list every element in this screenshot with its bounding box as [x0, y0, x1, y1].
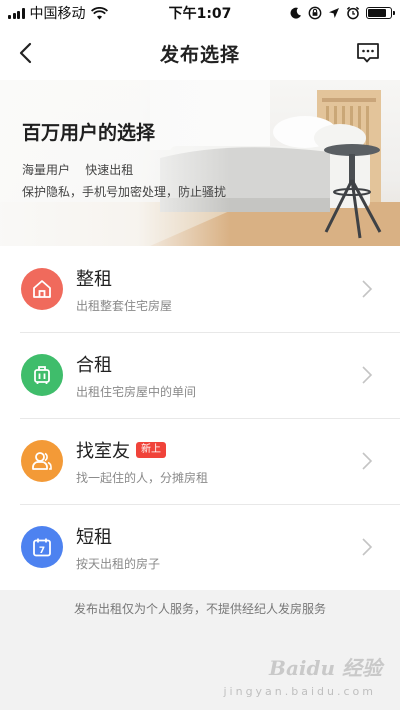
banner-subtitle: 海量用户 快速出租 [22, 163, 134, 177]
message-bubble-icon [357, 43, 379, 63]
new-badge: 新上 [136, 441, 166, 458]
option-description: 出租住宅房屋中的单间 [76, 384, 197, 399]
navigation-bar: 发布选择 [0, 26, 400, 80]
option-title: 找室友 [76, 440, 130, 462]
banner-privacy-note: 保护隐私，手机号加密处理，防止骚扰 [22, 185, 227, 199]
users-icon [32, 452, 52, 470]
option-description: 出租整套住宅房屋 [76, 298, 173, 313]
option-icon-circle [21, 354, 63, 396]
lock-rotation-icon [308, 6, 322, 20]
message-button[interactable] [354, 39, 382, 67]
footer-disclaimer: 发布出租仅为个人服务，不提供经纪人发房服务 [73, 602, 326, 616]
option-whole-rent[interactable]: 整租 出租整套住宅房屋 [0, 246, 400, 332]
chevron-right-icon [362, 366, 373, 384]
watermark-logo: Baidu 经验 [269, 656, 382, 680]
battery-icon [366, 7, 395, 19]
back-button[interactable] [18, 38, 48, 68]
option-icon-circle [21, 268, 63, 310]
chevron-right-icon [362, 538, 373, 556]
chevron-left-icon [19, 42, 32, 64]
calendar-day-number: 7 [39, 546, 45, 556]
alarm-icon [346, 6, 360, 20]
moon-icon [290, 7, 301, 19]
option-title: 短租 [76, 526, 112, 548]
option-find-roommate[interactable]: 找室友 新上 找一起住的人，分摊房租 [0, 418, 400, 504]
option-icon-circle: 7 [21, 526, 63, 568]
option-description: 按天出租的房子 [76, 556, 161, 571]
carrier-label: 中国移动 [29, 6, 86, 22]
page-title: 发布选择 [159, 43, 240, 66]
option-description: 找一起住的人，分摊房租 [76, 470, 209, 485]
watermark-url: jingyan.baidu.com [223, 685, 376, 698]
option-title: 整租 [76, 268, 112, 290]
location-arrow-icon [329, 8, 339, 18]
chevron-right-icon [362, 280, 373, 298]
option-icon-circle [21, 440, 63, 482]
option-short-rent[interactable]: 7 短租 按天出租的房子 [0, 504, 400, 590]
calendar-icon: 7 [33, 538, 51, 557]
status-time: 下午1:07 [168, 6, 232, 22]
promo-banner: 百万用户的选择 海量用户 快速出租 保护隐私，手机号加密处理，防止骚扰 [0, 80, 400, 246]
status-bar: 中国移动 下午1:07 [0, 0, 400, 26]
publish-options-list: 整租 出租整套住宅房屋 合租 出租住宅房屋中的单间 找室友 新上 找一起住的人，… [0, 246, 400, 590]
luggage-icon [34, 366, 50, 384]
option-shared-rent[interactable]: 合租 出租住宅房屋中的单间 [0, 332, 400, 418]
banner-title: 百万用户的选择 [22, 122, 156, 144]
option-title: 合租 [76, 354, 112, 376]
wifi-icon [90, 6, 108, 19]
signal-icon [8, 7, 25, 19]
chevron-right-icon [362, 452, 373, 470]
house-icon [33, 280, 51, 298]
